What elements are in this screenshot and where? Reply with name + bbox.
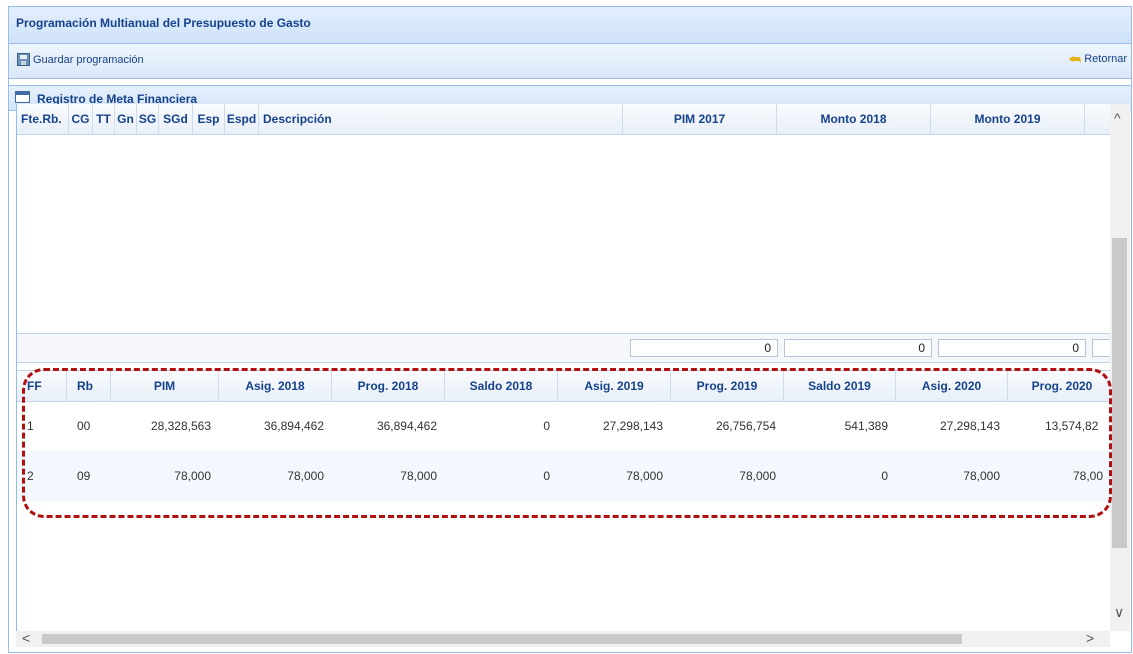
total-monto-2018: 0 [784,339,932,357]
column-header[interactable]: Saldo 2019 [784,371,896,401]
column-header[interactable]: Fte.Rb. [17,104,69,134]
column-header[interactable]: Monto 2018 [777,104,931,134]
horizontal-scroll-thumb[interactable] [42,634,962,644]
column-header[interactable]: FF [17,371,67,401]
cell-saldo-2018: 0 [543,469,550,483]
column-header[interactable]: Prog. 2018 [332,371,445,401]
cell-prog-2019: 26,756,754 [715,419,776,433]
cell-saldo-2018: 0 [543,419,550,433]
table-row[interactable]: 1 00 28,328,563 36,894,462 36,894,462 0 … [17,401,1110,451]
column-header[interactable]: TT [93,104,115,134]
scroll-right-icon[interactable]: > [1086,630,1094,646]
column-header[interactable]: Prog. 2019 [671,371,784,401]
window-titlebar: Programación Multianual del Presupuesto … [9,7,1131,44]
cell-saldo-2019: 541,389 [844,419,888,433]
column-header[interactable]: SGd [159,104,193,134]
column-header[interactable]: Asig. 2020 [896,371,1008,401]
column-header[interactable]: Esp [193,104,225,134]
cell-saldo-2019: 0 [881,469,888,483]
column-header[interactable]: PIM [111,371,219,401]
total-extra [1092,339,1110,357]
vertical-scroll-thumb[interactable] [1112,238,1127,548]
column-header[interactable]: Asig. 2019 [558,371,671,401]
form-icon [15,91,30,103]
cell-rb: 00 [77,419,91,433]
column-header[interactable]: CG [69,104,93,134]
back-button[interactable]: ⮪ Retornar [1068,51,1127,67]
column-header[interactable]: PIM 2017 [623,104,777,134]
back-label: Retornar [1084,53,1127,65]
horizontal-scrollbar[interactable]: < > [16,630,1110,647]
vertical-scrollbar[interactable]: ^ ∨ [1110,104,1130,631]
column-header[interactable]: Espd [225,104,259,134]
save-icon [17,53,30,66]
column-header[interactable]: Asig. 2018 [219,371,332,401]
cell-prog-2020: 13,574,82 [1045,419,1099,433]
goals-grid-body [17,135,1110,333]
column-header[interactable]: Saldo 2018 [445,371,558,401]
goals-grid-header: Fte.Rb. CG TT Gn SG SGd Esp Espd Descrip… [17,104,1110,135]
save-label: Guardar programación [33,53,144,66]
cell-prog-2019: 78,000 [739,469,776,483]
cell-asig-2018: 78,000 [287,469,324,483]
cell-asig-2019: 27,298,143 [602,419,663,433]
column-header[interactable]: Monto 2019 [931,104,1085,134]
table-row[interactable]: 2 09 78,000 78,000 78,000 0 78,000 78,00… [17,451,1110,501]
toolbar: Guardar programación ⮪ Retornar [9,44,1131,79]
cell-asig-2020: 78,000 [963,469,1000,483]
total-pim-2017: 0 [630,339,778,357]
cell-asig-2020: 27,298,143 [939,419,1000,433]
window-title: Programación Multianual del Presupuesto … [16,16,311,30]
cell-prog-2018: 78,000 [400,469,437,483]
column-header[interactable]: Descripción [259,104,623,134]
column-header[interactable]: Gn [115,104,137,134]
scroll-up-icon[interactable]: ^ [1114,110,1121,126]
back-arrow-icon: ⮪ [1068,51,1082,67]
cell-pim: 78,000 [174,469,211,483]
column-header[interactable]: Prog. 2020 [1008,371,1110,401]
column-header-extra [1085,104,1110,134]
scroll-down-icon[interactable]: ∨ [1114,604,1124,621]
cell-ff: 2 [27,469,34,483]
column-header[interactable]: SG [137,104,159,134]
total-monto-2019: 0 [938,339,1086,357]
save-button[interactable]: Guardar programación [17,53,144,66]
grid-area: Fte.Rb. CG TT Gn SG SGd Esp Espd Descrip… [16,104,1110,631]
column-header[interactable]: Rb [67,371,111,401]
cell-prog-2020: 78,00 [1073,469,1104,483]
funding-grid-header: FF Rb PIM Asig. 2018 Prog. 2018 Saldo 20… [17,370,1110,402]
totals-row: 0 0 0 [17,333,1110,363]
cell-ff: 1 [27,419,34,433]
cell-prog-2018: 36,894,462 [376,419,437,433]
cell-asig-2019: 78,000 [626,469,663,483]
cell-pim: 28,328,563 [150,419,211,433]
cell-rb: 09 [77,469,91,483]
scroll-left-icon[interactable]: < [22,630,30,646]
cell-asig-2018: 36,894,462 [263,419,324,433]
